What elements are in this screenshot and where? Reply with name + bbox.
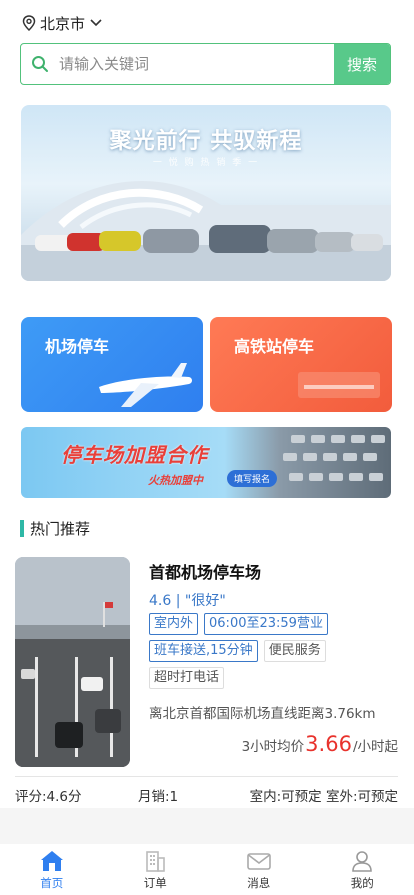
airport-parking-tile[interactable]: 机场停车	[21, 317, 203, 412]
banner-subtitle: 一 悦 购 热 销 季 一	[152, 158, 260, 168]
tag-overtime-call: 超时打电话	[149, 667, 225, 689]
price-suffix: /小时起	[352, 739, 398, 755]
tab-messages[interactable]: 消息	[207, 844, 311, 895]
card-divider	[15, 776, 398, 777]
franchise-slogan: 火热加盟中	[148, 474, 203, 487]
price-prefix: 3小时均价	[241, 739, 305, 755]
tag-business-hours: 06:00至23:59营业	[204, 613, 328, 635]
location-selector[interactable]: 北京市	[22, 10, 103, 36]
section-accent-bar	[20, 519, 24, 537]
price-value: 3.66	[305, 732, 352, 756]
tab-messages-label: 消息	[247, 876, 271, 890]
section-title: 热门推荐	[30, 519, 91, 538]
franchise-signup-button[interactable]: 填写报名	[227, 470, 278, 487]
location-pin-icon	[22, 15, 36, 31]
tab-profile-label: 我的	[350, 876, 374, 890]
chevron-down-icon	[90, 19, 102, 27]
train-icon	[298, 372, 380, 398]
search-input[interactable]	[59, 44, 334, 84]
search-button[interactable]: 搜索	[334, 44, 390, 84]
mail-icon	[246, 853, 271, 870]
tag-shuttle: 班车接送,15分钟	[149, 640, 258, 662]
tab-home[interactable]: 首页	[0, 844, 104, 895]
parking-lot-name[interactable]: 首都机场停车场	[149, 559, 261, 583]
tab-orders-label: 订单	[143, 876, 167, 890]
parking-lot-distance: 离北京首都国际机场直线距离3.76km	[149, 706, 376, 722]
search-bar: 搜索	[20, 43, 391, 85]
tag-row-2: 班车接送,15分钟 便民服务	[149, 640, 399, 662]
section-header: 热门推荐	[20, 517, 90, 539]
home-icon	[40, 851, 63, 871]
banner-title: 聚光前行 共驭新程	[109, 129, 303, 154]
tag-row-1: 室内外 06:00至23:59营业	[149, 613, 399, 635]
promo-banner[interactable]: 聚光前行 共驭新程 一 悦 购 热 销 季 一	[21, 105, 391, 281]
tab-orders[interactable]: 订单	[104, 844, 208, 895]
franchise-banner[interactable]: 停车场加盟合作 火热加盟中 填写报名	[21, 427, 391, 498]
franchise-title: 停车场加盟合作	[61, 443, 208, 467]
stat-booking: 室内:可预定 室外:可预定	[249, 789, 398, 805]
parking-lot-price: 3小时均价 3.66 /小时起	[242, 732, 398, 756]
tag-row-3: 超时打电话	[149, 667, 399, 689]
tab-profile[interactable]: 我的	[311, 844, 414, 895]
parking-lot-photo-illustration	[15, 557, 130, 767]
train-station-parking-label: 高铁站停车	[234, 337, 315, 356]
stat-monthly-sales: 月销:1	[138, 789, 179, 805]
building-icon	[146, 851, 166, 872]
content-gap	[0, 808, 414, 844]
bottom-tab-bar: 首页 订单 消息 我的	[0, 844, 414, 895]
tag-indoor-outdoor: 室内外	[149, 613, 199, 635]
stat-score: 评分:4.6分	[15, 789, 82, 805]
parking-lot-rating: 4.6 | "很好"	[149, 593, 226, 609]
train-station-parking-tile[interactable]: 高铁站停车	[210, 317, 392, 412]
parking-lot-photo[interactable]	[15, 557, 130, 767]
tab-home-label: 首页	[40, 876, 64, 890]
airplane-icon	[99, 363, 192, 407]
tag-convenience: 便民服务	[263, 640, 326, 662]
city-label: 北京市	[40, 14, 86, 33]
user-icon	[352, 851, 373, 872]
airport-parking-label: 机场停车	[45, 337, 110, 356]
search-icon	[21, 44, 59, 84]
